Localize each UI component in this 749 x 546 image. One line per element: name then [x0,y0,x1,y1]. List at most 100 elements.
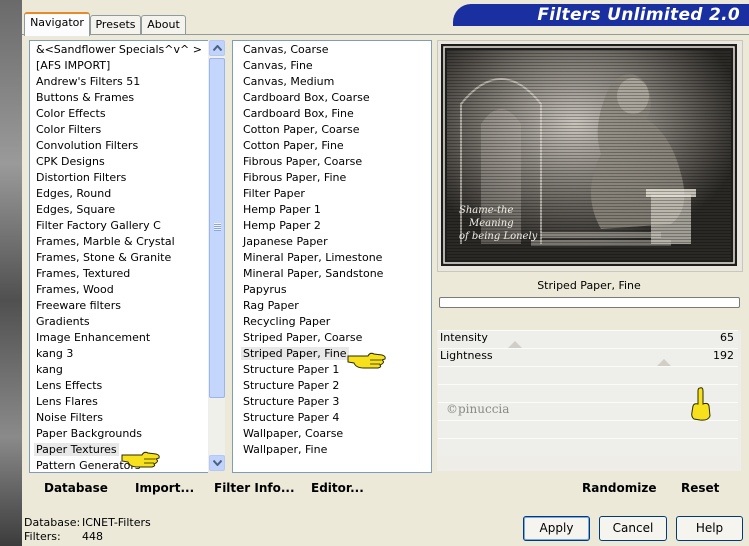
filter-info-button[interactable]: Filter Info... [214,481,295,495]
category-item-label: Paper Backgrounds [36,427,143,440]
filter-item[interactable]: Mineral Paper, Sandstone [237,266,431,282]
filter-item-label: Cardboard Box, Fine [243,107,354,120]
category-item[interactable]: [AFS IMPORT] [30,58,208,74]
import-button[interactable]: Import... [135,481,194,495]
filter-item[interactable]: Fibrous Paper, Fine [237,170,431,186]
category-item[interactable]: Paper Textures [30,442,208,458]
scroll-down-button[interactable] [209,455,225,471]
pointing-hand-icon [691,387,711,421]
filter-item[interactable]: Japanese Paper [237,234,431,250]
filter-item[interactable]: Cotton Paper, Fine [237,138,431,154]
category-item-label: Andrew's Filters 51 [36,75,141,88]
scroll-thumb[interactable] [209,58,225,398]
editor-button[interactable]: Editor... [311,481,364,495]
category-item[interactable]: Frames, Marble & Crystal [30,234,208,250]
tab-navigator[interactable]: Navigator [24,12,90,36]
filter-item[interactable]: Papyrus [237,282,431,298]
randomize-button[interactable]: Randomize [582,481,656,495]
filter-item[interactable]: Canvas, Coarse [237,42,431,58]
filter-item[interactable]: Hemp Paper 1 [237,202,431,218]
category-item[interactable]: &<Sandflower Specials^v^ > [30,42,208,58]
filter-item[interactable]: Fibrous Paper, Coarse [237,154,431,170]
slider-empty-4 [438,420,738,438]
category-item[interactable]: Freeware filters [30,298,208,314]
category-item-label: &<Sandflower Specials^v^ > [36,43,202,56]
category-item[interactable]: Frames, Wood [30,282,208,298]
category-item[interactable]: Andrew's Filters 51 [30,74,208,90]
category-item[interactable]: Buttons & Frames [30,90,208,106]
reset-button[interactable]: Reset [681,481,719,495]
status-database-value: ICNET-Filters [82,516,151,529]
category-item[interactable]: Edges, Square [30,202,208,218]
status-filters-value: 448 [82,530,103,543]
category-item[interactable]: Convolution Filters [30,138,208,154]
category-item[interactable]: kang 3 [30,346,208,362]
scroll-up-button[interactable] [209,40,225,56]
category-item[interactable]: Paper Backgrounds [30,426,208,442]
filter-item[interactable]: Hemp Paper 2 [237,218,431,234]
filter-item[interactable]: Canvas, Medium [237,74,431,90]
database-button[interactable]: Database [44,481,108,495]
category-item-label: Distortion Filters [36,171,127,184]
category-item[interactable]: CPK Designs [30,154,208,170]
category-item[interactable]: Image Enhancement [30,330,208,346]
filter-item[interactable]: Structure Paper 1 [237,362,431,378]
filter-item[interactable]: Striped Paper, Coarse [237,330,431,346]
category-item-label: Filter Factory Gallery C [36,219,161,232]
category-item[interactable]: Noise Filters [30,410,208,426]
filter-item[interactable]: Canvas, Fine [237,58,431,74]
category-scrollbar[interactable] [208,40,225,471]
filter-item[interactable]: Wallpaper, Coarse [237,426,431,442]
filter-item[interactable]: Structure Paper 2 [237,378,431,394]
category-item-label: Frames, Marble & Crystal [36,235,175,248]
filter-item[interactable]: Filter Paper [237,186,431,202]
filter-item-label: Hemp Paper 2 [243,219,321,232]
category-item[interactable]: Lens Flares [30,394,208,410]
slider-empty-5 [438,438,738,456]
filter-item-label: Canvas, Coarse [243,43,329,56]
filter-item[interactable]: Mineral Paper, Limestone [237,250,431,266]
pointing-hand-icon [347,352,386,369]
status-database-label: Database: [24,516,81,529]
tab-about[interactable]: About [141,15,186,34]
filter-item[interactable]: Structure Paper 3 [237,394,431,410]
category-item[interactable]: Gradients [30,314,208,330]
category-item-label: Frames, Wood [36,283,114,296]
category-list[interactable]: &<Sandflower Specials^v^ > [AFS IMPORT] An… [29,40,208,473]
filter-item[interactable]: Rag Paper [237,298,431,314]
category-item-label: Frames, Stone & Granite [36,251,172,264]
cancel-button[interactable]: Cancel [599,516,667,541]
category-item[interactable]: Frames, Textured [30,266,208,282]
filter-item[interactable]: Recycling Paper [237,314,431,330]
scroll-grip-icon [214,223,221,231]
filter-list[interactable]: Canvas, Coarse Canvas, Fine Canvas, Medium… [232,40,432,473]
category-item[interactable]: Color Effects [30,106,208,122]
filter-item-label: Filter Paper [243,187,305,200]
filter-item-label: Recycling Paper [243,315,331,328]
scroll-up-icon [213,45,222,51]
help-button[interactable]: Help [676,516,743,541]
category-item[interactable]: kang [30,362,208,378]
pointing-hand-icon [121,451,160,468]
category-item[interactable]: Filter Factory Gallery C [30,218,208,234]
category-item-label: Noise Filters [36,411,103,424]
tab-panel-border [22,34,749,35]
filter-item-label: Cardboard Box, Coarse [243,91,370,104]
filter-item[interactable]: Cotton Paper, Coarse [237,122,431,138]
category-item[interactable]: Frames, Stone & Granite [30,250,208,266]
filter-item-label: Fibrous Paper, Fine [243,171,347,184]
filter-item[interactable]: Striped Paper, Fine [237,346,431,362]
filter-item[interactable]: Cardboard Box, Coarse [237,90,431,106]
category-item[interactable]: Pattern Generators [30,458,208,472]
apply-button[interactable]: Apply [523,516,590,541]
category-item[interactable]: Distortion Filters [30,170,208,186]
filter-item[interactable]: Cardboard Box, Fine [237,106,431,122]
category-item[interactable]: Edges, Round [30,186,208,202]
category-item[interactable]: Lens Effects [30,378,208,394]
category-item[interactable]: Color Filters [30,122,208,138]
filter-item-label: Striped Paper, Fine [241,347,349,360]
filter-item[interactable]: Structure Paper 4 [237,410,431,426]
filter-item[interactable]: Wallpaper, Fine [237,442,431,458]
tab-presets[interactable]: Presets [90,15,141,34]
category-item-label: Lens Flares [36,395,98,408]
